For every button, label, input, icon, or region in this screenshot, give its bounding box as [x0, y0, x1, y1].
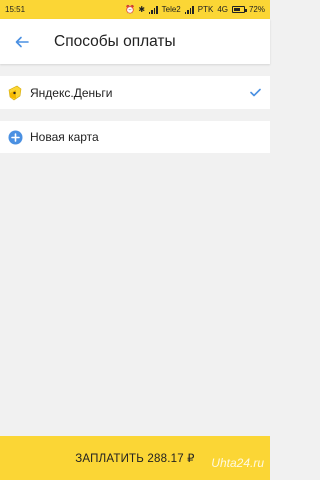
status-bar: 15:51 ⏰ ✱ Tele2 PTK 4G 72%	[0, 0, 270, 19]
yandex-money-icon	[0, 85, 30, 101]
page-title: Способы оплаты	[54, 32, 176, 50]
payment-method-label: Яндекс.Деньги	[30, 85, 113, 100]
add-new-card[interactable]: Новая карта	[0, 121, 270, 153]
arrow-back-icon	[15, 36, 29, 47]
payment-method-yandex-money[interactable]: Яндекс.Деньги	[0, 76, 270, 109]
status-network: 4G	[217, 5, 228, 14]
alarm-icon: ⏰	[124, 5, 135, 14]
status-carrier2: PTK	[197, 5, 214, 14]
pay-button[interactable]: ЗАПЛАТИТЬ 288.17 ₽	[0, 436, 270, 480]
pay-button-label: ЗАПЛАТИТЬ 288.17 ₽	[75, 453, 195, 465]
status-battery: 72%	[248, 5, 265, 14]
status-icons: ⏰ ✱ Tele2 PTK 4G 72%	[125, 5, 265, 14]
add-circle-icon	[0, 130, 30, 145]
bluetooth-icon: ✱	[138, 5, 145, 14]
signal-icon	[148, 5, 158, 14]
status-carrier1: Tele2	[161, 5, 181, 14]
status-time: 15:51	[5, 5, 26, 14]
signal-icon-2	[184, 5, 194, 14]
battery-icon	[231, 6, 247, 13]
check-icon	[240, 88, 270, 97]
back-button[interactable]	[2, 19, 42, 64]
app-bar: Способы оплаты	[0, 19, 270, 64]
payment-method-label: Новая карта	[30, 130, 99, 144]
